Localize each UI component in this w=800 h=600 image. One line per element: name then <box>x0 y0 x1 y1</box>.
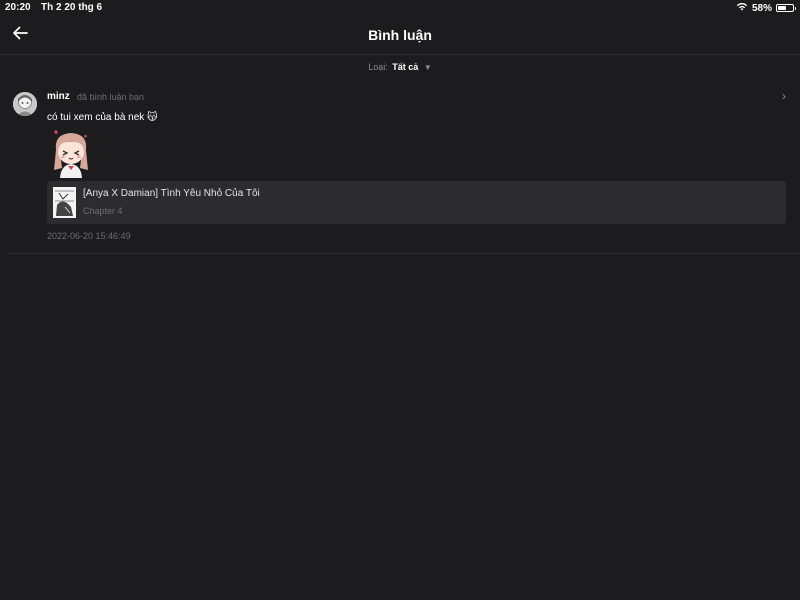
anime-girl-sticker <box>48 128 94 178</box>
chevron-right-icon[interactable]: › <box>782 89 786 103</box>
status-bar: 20:20 Th 2 20 thg 6 58% <box>0 0 800 16</box>
filter-label: Loại: <box>368 62 388 72</box>
status-right-group: 58% <box>736 2 796 14</box>
battery-icon <box>776 4 796 12</box>
battery-fill <box>778 6 786 10</box>
manga-chapter: Chapter 4 <box>83 206 123 216</box>
navigation-bar: Bình luận <box>0 16 800 55</box>
comment-item[interactable]: minz đã bình luận bạn › có tui xem của b… <box>0 84 800 253</box>
avatar[interactable] <box>13 92 37 116</box>
divider <box>8 253 800 254</box>
comment-text: có tui xem của bà nek 😽 <box>47 112 158 123</box>
comment-timestamp: 2022-06-20 15:46:49 <box>47 231 131 241</box>
comment-action: đã bình luận bạn <box>77 92 145 102</box>
manga-thumbnail <box>53 187 76 218</box>
page-title: Bình luận <box>368 27 432 43</box>
caret-down-icon: ▼ <box>423 63 432 72</box>
manga-title: [Anya X Damian] Tình Yêu Nhỏ Của Tôi <box>83 188 260 199</box>
manga-reference-card[interactable]: [Anya X Damian] Tình Yêu Nhỏ Của Tôi Cha… <box>47 181 786 224</box>
status-time: 20:20 <box>5 2 31 13</box>
status-date: Th 2 20 thg 6 <box>41 2 103 13</box>
type-filter[interactable]: Loại: Tất cả ▼ <box>0 62 800 72</box>
filter-value: Tất cả <box>392 62 419 72</box>
wifi-icon <box>736 2 748 14</box>
comment-username[interactable]: minz <box>47 91 70 102</box>
battery-percent: 58% <box>751 2 772 14</box>
